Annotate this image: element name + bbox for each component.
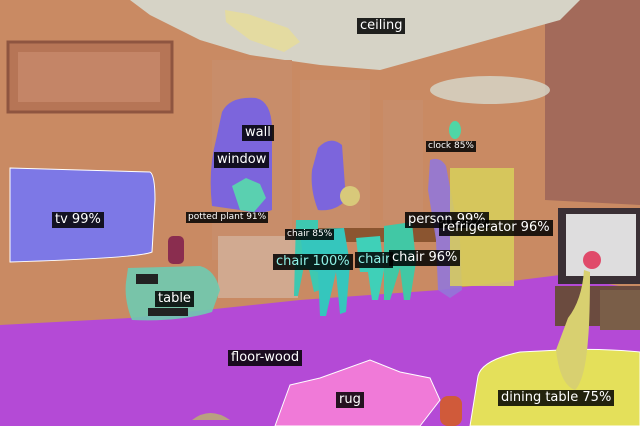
label-clock: clock 85% xyxy=(426,141,476,152)
label-chair-main: chair 100% xyxy=(273,254,353,270)
foreground-item xyxy=(440,396,462,426)
label-floor-wood: floor-wood xyxy=(228,350,303,366)
right-wall-region xyxy=(545,0,640,205)
label-wall: wall xyxy=(242,125,274,141)
vase xyxy=(168,236,184,264)
red-flower xyxy=(583,251,601,269)
label-rug: rug xyxy=(336,392,364,408)
clock-region xyxy=(449,121,461,139)
flowers xyxy=(340,186,360,206)
right-tv-screen xyxy=(566,214,636,276)
label-window: window xyxy=(214,152,270,168)
label-tv: tv 99% xyxy=(52,212,104,228)
label-ceiling: ceiling xyxy=(357,18,406,34)
window-frame-right xyxy=(383,100,423,220)
label-table: table xyxy=(155,291,194,307)
dining-table-region xyxy=(469,348,640,426)
label-chair-right: chair 96% xyxy=(389,250,461,266)
table-dark-item xyxy=(136,274,158,284)
label-potted-plant: potted plant 91% xyxy=(186,212,269,223)
wall-cabinet-panel xyxy=(18,52,160,102)
table-dark-item-2 xyxy=(148,308,188,316)
ceiling-patch xyxy=(430,76,550,104)
label-chair-left: chair 85% xyxy=(285,229,335,240)
label-refrigerator: refrigerator 96% xyxy=(439,220,553,236)
right-basket xyxy=(600,290,640,330)
segmented-photo: ceiling wall floor-wood rug tv 99% windo… xyxy=(0,0,640,426)
label-dining-table: dining table 75% xyxy=(498,390,615,406)
label-chair-mid: chair xyxy=(355,252,394,268)
